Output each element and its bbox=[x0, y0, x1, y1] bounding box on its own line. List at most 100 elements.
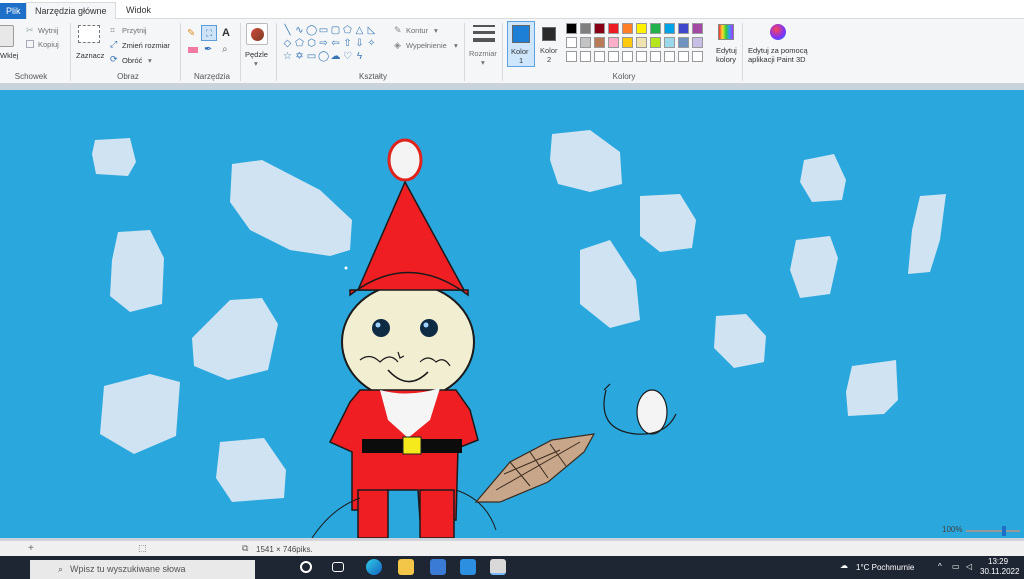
polygon-shape-icon[interactable]: ⬠ bbox=[342, 25, 353, 36]
copy-button[interactable]: Kopiuj bbox=[38, 40, 59, 49]
arrow-right-shape-icon[interactable]: ⇨ bbox=[318, 38, 329, 49]
shapes-gallery[interactable]: ╲ ∿ ◯ ▭ ▢ ⬠ △ ◺ ◇ ⬠ ⬡ ⇨ ⇦ ⇧ ⇩ ✧ ☆ ✡ ▭ ◯ … bbox=[282, 25, 382, 69]
tab-home[interactable]: Narzędzia główne bbox=[26, 2, 116, 19]
arrow-left-shape-icon[interactable]: ⇦ bbox=[330, 38, 341, 49]
paste-icon[interactable] bbox=[0, 25, 14, 47]
edge-icon[interactable] bbox=[366, 559, 382, 575]
palette-swatch[interactable] bbox=[636, 37, 647, 48]
paint3d-label-1[interactable]: Edytuj za pomocą bbox=[748, 46, 808, 55]
brush-icon[interactable] bbox=[246, 23, 268, 45]
edit-colors-icon[interactable] bbox=[718, 24, 734, 40]
callout-cloud-shape-icon[interactable]: ☁ bbox=[330, 51, 341, 62]
heart-shape-icon[interactable]: ♡ bbox=[342, 51, 353, 62]
palette-swatch[interactable] bbox=[636, 23, 647, 34]
hexagon-shape-icon[interactable]: ⬡ bbox=[306, 38, 317, 49]
crop-icon[interactable]: ⌗ bbox=[110, 25, 115, 36]
palette-swatch[interactable] bbox=[622, 37, 633, 48]
palette-swatch[interactable] bbox=[580, 37, 591, 48]
palette-swatch[interactable] bbox=[664, 23, 675, 34]
palette-swatch[interactable] bbox=[594, 37, 605, 48]
eraser-icon[interactable] bbox=[188, 47, 198, 53]
palette-swatch-empty[interactable] bbox=[608, 51, 619, 62]
line-shape-icon[interactable]: ╲ bbox=[282, 25, 293, 36]
text-icon[interactable]: A bbox=[222, 27, 230, 39]
task-view-icon[interactable] bbox=[332, 562, 344, 572]
outline-icon[interactable]: ✎ bbox=[394, 25, 402, 36]
color1-button[interactable]: Kolor 1 bbox=[507, 21, 535, 67]
oval-shape-icon[interactable]: ◯ bbox=[306, 25, 317, 36]
fill-dropdown-icon[interactable]: ▾ bbox=[454, 41, 458, 50]
palette-swatch[interactable] bbox=[650, 23, 661, 34]
star4-shape-icon[interactable]: ✧ bbox=[366, 38, 377, 49]
paint-taskbar-icon[interactable] bbox=[490, 559, 506, 575]
add-icon[interactable]: + bbox=[28, 543, 34, 554]
rotate-icon[interactable]: ⟳ bbox=[110, 54, 118, 65]
brushes-dropdown-icon[interactable]: ▾ bbox=[254, 59, 258, 68]
copy-icon[interactable] bbox=[26, 40, 34, 48]
size-icon[interactable] bbox=[473, 25, 495, 43]
outline-button[interactable]: Kontur bbox=[406, 26, 428, 35]
palette-swatch[interactable] bbox=[622, 23, 633, 34]
palette-swatch[interactable] bbox=[608, 37, 619, 48]
weather-icon[interactable]: ☁ bbox=[840, 561, 848, 570]
color2-button[interactable]: Kolor 2 bbox=[538, 21, 562, 67]
palette-swatch-empty[interactable] bbox=[622, 51, 633, 62]
palette-swatch[interactable] bbox=[608, 23, 619, 34]
clock-time[interactable]: 13:29 bbox=[988, 557, 1008, 566]
crop-button[interactable]: Przytnij bbox=[122, 26, 147, 35]
mail-icon[interactable] bbox=[460, 559, 476, 575]
network-icon[interactable]: ▭ bbox=[952, 562, 960, 571]
arrow-down-shape-icon[interactable]: ⇩ bbox=[354, 38, 365, 49]
rounded-rect-shape-icon[interactable]: ▢ bbox=[330, 25, 341, 36]
palette-swatch-empty[interactable] bbox=[664, 51, 675, 62]
rectangle-shape-icon[interactable]: ▭ bbox=[318, 25, 329, 36]
rotate-dropdown-icon[interactable]: ▾ bbox=[148, 56, 152, 65]
volume-icon[interactable]: ◁ bbox=[966, 562, 972, 571]
weather-text[interactable]: 1°C Pochmurnie bbox=[856, 563, 914, 572]
palette-swatch[interactable] bbox=[594, 23, 605, 34]
palette-swatch-empty[interactable] bbox=[580, 51, 591, 62]
palette-swatch-empty[interactable] bbox=[636, 51, 647, 62]
arrow-up-shape-icon[interactable]: ⇧ bbox=[342, 38, 353, 49]
palette-swatch[interactable] bbox=[692, 23, 703, 34]
clock-date[interactable]: 30.11.2022 bbox=[980, 567, 1019, 576]
curve-shape-icon[interactable]: ∿ bbox=[294, 25, 305, 36]
select-button[interactable]: Zaznacz bbox=[76, 51, 104, 60]
callout-rect-shape-icon[interactable]: ▭ bbox=[306, 51, 317, 62]
star5-shape-icon[interactable]: ☆ bbox=[282, 51, 293, 62]
drawing-canvas[interactable] bbox=[0, 90, 1024, 538]
palette-swatch-empty[interactable] bbox=[594, 51, 605, 62]
palette-swatch[interactable] bbox=[566, 37, 577, 48]
brushes-button[interactable]: Pędzle bbox=[245, 50, 268, 59]
store-icon[interactable] bbox=[430, 559, 446, 575]
select-icon[interactable] bbox=[78, 25, 100, 43]
paint3d-label-2[interactable]: aplikacji Paint 3D bbox=[748, 55, 806, 64]
lightning-shape-icon[interactable]: ϟ bbox=[354, 51, 365, 62]
resize-icon[interactable]: ⤢ bbox=[110, 39, 117, 50]
palette-swatch-empty[interactable] bbox=[566, 51, 577, 62]
tab-view[interactable]: Widok bbox=[118, 2, 159, 19]
magnifier-icon[interactable]: ⌕ bbox=[222, 44, 228, 55]
diamond-shape-icon[interactable]: ◇ bbox=[282, 38, 293, 49]
tab-file[interactable]: Plik bbox=[0, 3, 27, 19]
pentagon-shape-icon[interactable]: ⬠ bbox=[294, 38, 305, 49]
cut-icon[interactable]: ✂ bbox=[26, 25, 34, 36]
palette-swatch[interactable] bbox=[664, 37, 675, 48]
palette-swatch-empty[interactable] bbox=[692, 51, 703, 62]
zoom-slider[interactable] bbox=[966, 526, 1020, 536]
cut-button[interactable]: Wytnij bbox=[38, 26, 58, 35]
palette-swatch[interactable] bbox=[678, 23, 689, 34]
color-picker-icon[interactable]: ✒ bbox=[204, 44, 212, 55]
size-dropdown-icon[interactable]: ▾ bbox=[481, 58, 485, 67]
palette-swatch[interactable] bbox=[650, 37, 661, 48]
color-palette[interactable] bbox=[566, 23, 712, 69]
callout-oval-shape-icon[interactable]: ◯ bbox=[318, 51, 329, 62]
cortana-icon[interactable] bbox=[300, 561, 312, 573]
file-explorer-icon[interactable] bbox=[398, 559, 414, 575]
fill-shape-button[interactable]: Wypełnienie bbox=[406, 41, 447, 50]
right-triangle-shape-icon[interactable]: ◺ bbox=[366, 25, 377, 36]
triangle-shape-icon[interactable]: △ bbox=[354, 25, 365, 36]
palette-swatch[interactable] bbox=[678, 37, 689, 48]
paint3d-icon[interactable] bbox=[770, 24, 786, 40]
taskbar-search-input[interactable]: ⌕ Wpisz tu wyszukiwane słowa bbox=[30, 560, 255, 579]
